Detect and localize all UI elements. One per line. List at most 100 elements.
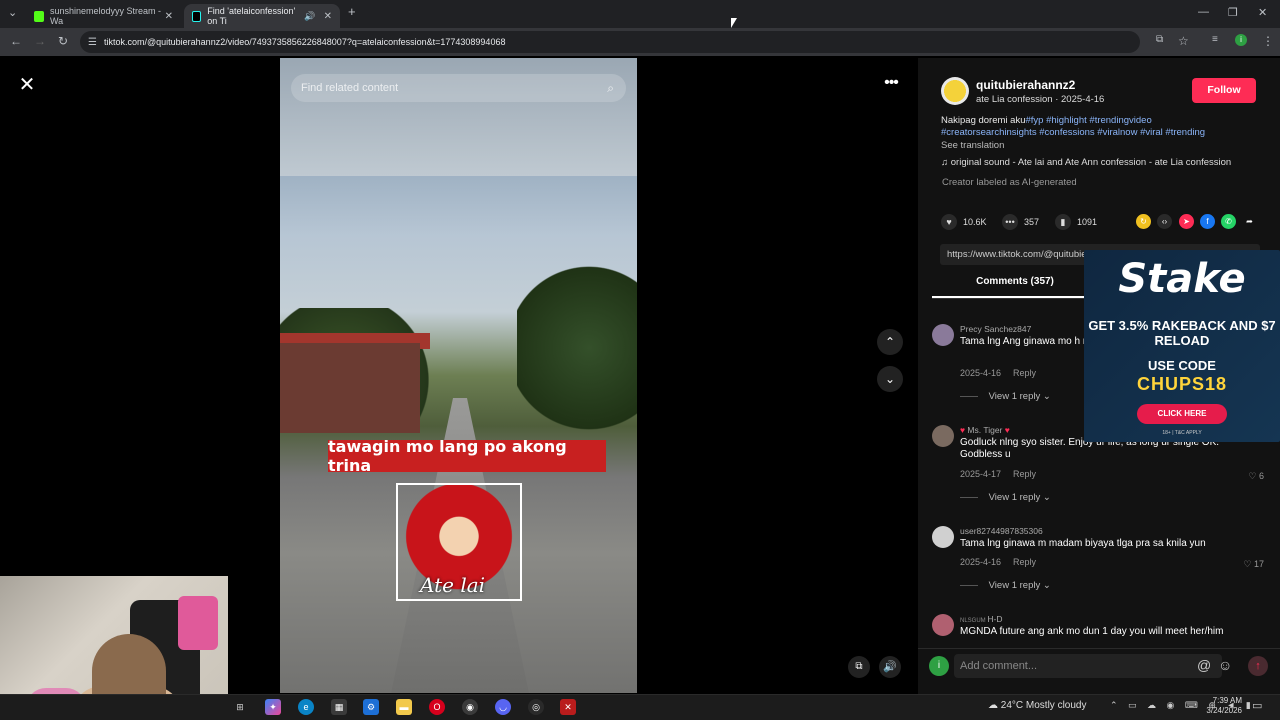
commenter-name[interactable]: user82744987835306 [960,526,1043,536]
comment-item: user82744987835306 Tama lng ginawa m mad… [932,526,1268,596]
profile-avatar-icon[interactable]: i [1235,34,1247,46]
restore-icon[interactable]: ❐ [1228,6,1238,19]
tab-kick-stream[interactable]: sunshinemelodyyy Stream - Wa ✕ [26,4,181,28]
whatsapp-icon[interactable]: ✆ [1221,214,1236,229]
back-icon[interactable]: ← [10,34,22,48]
ad-click-here-button[interactable]: CLICK HERE [1137,404,1227,424]
discord-icon[interactable]: ◡ [495,699,511,715]
commenter-avatar[interactable] [932,425,954,447]
repost-icon[interactable]: ↻ [1136,214,1151,229]
embed-icon[interactable]: ‹› [1157,214,1172,229]
store-icon[interactable]: ▦ [331,699,347,715]
minimize-icon[interactable]: — [1198,6,1209,18]
tab-title: Find 'atelaiconfession' on Ti [207,6,296,26]
site-info-icon[interactable]: ☰ [88,37,97,48]
heart-emoji-icon: ♥ [960,425,966,435]
view-replies-button[interactable]: View 1 reply ⌄ [960,391,1051,402]
comment-like-button[interactable]: ♡ 17 [1243,559,1264,570]
author-avatar[interactable] [941,77,969,105]
comment-bubble-icon: ••• [1002,214,1018,230]
tab-tiktok-search[interactable]: Find 'atelaiconfession' on Ti 🔊 ✕ [184,4,340,28]
send-to-friends-icon[interactable]: ➤ [1179,214,1194,229]
new-tab-button[interactable]: + [348,4,356,19]
install-app-icon[interactable]: ⧉ [1156,34,1163,45]
bookmark-icon: ▮ [1055,214,1071,230]
author-name[interactable]: quitubierahannz2 [976,78,1075,92]
comment-meta: 2025-4-16 Reply [960,557,1036,567]
notifications-icon[interactable]: ▭ [1252,699,1262,712]
media-control-icon[interactable]: ≡ [1212,34,1218,45]
emoji-icon[interactable]: ☺ [1218,657,1232,673]
commenter-avatar[interactable] [932,324,954,346]
more-options-icon[interactable]: ••• [879,74,903,96]
tab-search-icon[interactable]: ⌄ [8,6,17,19]
related-search-input[interactable]: Find related content ⌕ [291,74,626,102]
browser-menu-icon[interactable]: ⋮ [1262,34,1274,48]
volume-icon[interactable]: 🔊 [879,656,901,678]
commenter-name[interactable]: NLSGUM H-D [960,614,1002,624]
comment-like-button[interactable]: ♡ 6 [1248,471,1264,482]
sound-info[interactable]: ♫ original sound - Ate lai and Ate Ann c… [941,157,1231,168]
reply-button[interactable]: Reply [1013,368,1036,378]
save-button[interactable]: ▮ 1091 [1055,214,1097,230]
comment-button[interactable]: ••• 357 [1002,214,1039,230]
video-player[interactable]: Find related content ⌕ tawagin mo lang p… [280,58,637,693]
commenter-name[interactable]: Precy Sanchez847 [960,324,1031,334]
commenter-avatar[interactable] [932,526,954,548]
heart-icon: ♥ [941,214,957,230]
reload-icon[interactable]: ↻ [58,34,68,48]
comment-date: 2025-4-16 [960,557,1002,567]
file-explorer-icon[interactable]: ▬ [396,699,412,715]
stake-ad-overlay[interactable]: Stake GET 3.5% RAKEBACK AND $7 RELOAD US… [1084,250,1280,442]
close-tab-icon[interactable]: ✕ [165,11,173,22]
video-trees-right [517,258,637,438]
copilot-icon[interactable]: ✦ [265,699,281,715]
reply-button[interactable]: Reply [1013,469,1036,479]
address-bar[interactable]: ☰ tiktok.com/@quitubierahannz2/video/749… [80,31,1140,53]
app-icon[interactable]: ⚙ [363,699,379,715]
forward-icon[interactable]: → [34,34,46,48]
url-text: tiktok.com/@quitubierahannz2/video/74937… [104,37,506,47]
close-video-icon[interactable]: ✕ [16,74,38,96]
share-more-icon[interactable]: ➦ [1242,214,1257,229]
view-replies-button[interactable]: View 1 reply ⌄ [960,580,1051,591]
comment-input[interactable] [954,654,1222,678]
bookmark-star-icon[interactable]: ☆ [1178,34,1189,48]
picture-in-picture-icon[interactable]: ⧉ [848,656,870,678]
close-tab-icon[interactable]: ✕ [324,11,332,22]
tab-title: sunshinemelodyyy Stream - Wa [49,6,161,26]
post-comment-button[interactable]: ↑ [1248,656,1268,676]
next-video-icon[interactable]: ⌄ [877,366,903,392]
mention-at-icon[interactable]: @ [1197,657,1211,673]
commenter-badge: NLSGUM [960,618,988,624]
obs-icon[interactable]: ◎ [528,699,544,715]
my-avatar[interactable]: i [929,656,949,676]
tab-comments[interactable]: Comments (357) [932,276,1098,298]
hashtags-line-2[interactable]: #creatorsearchinsights #confessions #vir… [941,127,1205,138]
chrome-icon[interactable]: ◉ [462,699,478,715]
app-red-icon[interactable]: ✕ [560,699,576,715]
commenter-name[interactable]: ♥ Ms. Tiger ♥ [960,425,1010,435]
close-window-icon[interactable]: ✕ [1258,6,1267,19]
reply-button[interactable]: Reply [1013,557,1036,567]
commenter-name-text: H-D [987,614,1003,624]
weather-widget[interactable]: ☁ 24°C Mostly cloudy [988,700,1086,711]
clock[interactable]: 7:39 AM 3/24/2026 [1204,696,1242,716]
search-icon[interactable]: ⌕ [607,81,614,96]
opera-icon[interactable]: O [429,699,445,715]
facebook-icon[interactable]: f [1200,214,1215,229]
previous-video-icon[interactable]: ⌃ [877,329,903,355]
commenter-avatar[interactable] [932,614,954,636]
hashtags-line-1[interactable]: #fyp #highlight #trendingvideo [1026,115,1152,126]
speaker-icon[interactable]: 🔊 [304,11,315,22]
chevron-down-icon: ⌄ [1042,391,1051,402]
see-translation-link[interactable]: See translation [941,140,1004,151]
edge-icon[interactable]: e [298,699,314,715]
task-view-icon[interactable]: ⊞ [232,699,248,715]
follow-button[interactable]: Follow [1192,78,1256,103]
heart-emoji-icon: ♥ [1004,425,1010,435]
like-button[interactable]: ♥ 10.6K [941,214,987,230]
view-replies-text: View 1 reply [988,492,1041,503]
chevron-down-icon: ⌄ [1042,580,1051,591]
view-replies-button[interactable]: View 1 reply ⌄ [960,492,1051,503]
